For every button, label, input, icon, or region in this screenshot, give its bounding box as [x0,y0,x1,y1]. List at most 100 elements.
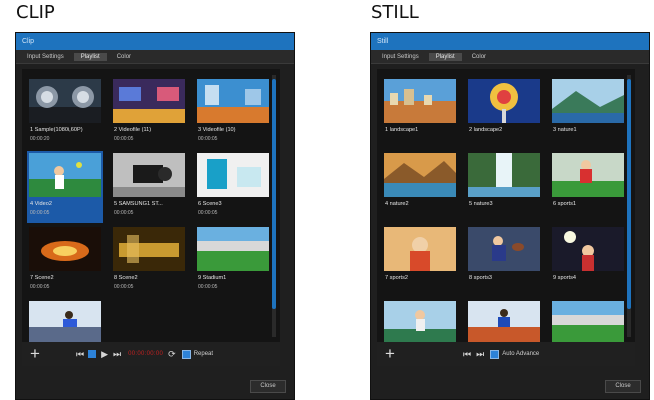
clip-thumb-studio [113,79,185,123]
clip-item-duration: 00:00:05 [114,284,134,290]
still-titlebar: Still [371,33,649,50]
clip-item-1[interactable]: 1 Sample(1080i,60P) 00:00:20 [27,77,103,149]
still-item-name: 1 landscape1 [385,127,419,133]
still-item-name: 6 sports1 [553,201,577,207]
clip-thumb-cockpit [29,79,101,123]
clip-thumb-stadium [197,227,269,271]
clip-caption: CLIP [16,2,55,23]
still-item-2[interactable]: 2 landscape2 [466,77,542,149]
still-item-7[interactable]: 7 sports2 [382,225,458,297]
still-playlist-panel: 1 landscape1 2 landscape2 3 nature1 4 na… [377,69,635,364]
stop-icon[interactable] [88,350,97,358]
still-thumb-mountain [552,79,624,123]
clip-item-duration: 00:00:05 [114,210,134,216]
still-item-name: 2 landscape2 [469,127,503,133]
clip-scrollbar-thumb[interactable] [272,79,276,309]
skip-back-icon[interactable]: ⏮ [76,349,84,360]
clip-item-name: 9 Stadium1 [198,275,227,281]
still-tab-input-settings[interactable]: Input Settings [375,53,426,61]
clip-item-name: 2 Videofile (11) [114,127,152,133]
clip-thumb-bluebox [197,153,269,197]
next-icon[interactable]: ⏭ [476,349,484,360]
clip-item-8[interactable]: 8 Scene2 00:00:05 [111,225,187,297]
clip-scrollbar[interactable] [272,75,276,337]
clip-item-name: 1 Sample(1080i,60P) [30,127,83,133]
clip-item-duration: 00:00:05 [30,284,50,290]
clip-item-5[interactable]: 5 SAMSUNG1 ST... 00:00:05 [111,151,187,223]
still-item-9[interactable]: 9 sports4 [550,225,626,297]
clip-item-duration: 00:00:05 [198,210,218,216]
clip-item-name: 7 Scene2 [30,275,54,281]
clip-thumb-fire [29,227,101,271]
previous-icon[interactable]: ⏮ [463,349,471,360]
still-item-name: 3 nature1 [553,127,577,133]
clip-item-7[interactable]: 7 Scene2 00:00:05 [27,225,103,297]
clip-item-name: 5 SAMSUNG1 ST... [114,201,163,207]
still-scrollbar-thumb[interactable] [627,79,631,309]
repeat-icon[interactable]: ⟳ [168,349,176,360]
clip-control-bar: + ⏮ ▶ ⏭ 00:00:00:00 ⟳ Repeat [22,342,280,366]
still-scrollbar[interactable] [627,75,631,337]
repeat-label: Repeat [193,351,214,357]
still-tab-bar: Input Settings Playlist Color [371,50,649,64]
still-thumb-football [468,227,540,271]
still-item-name: 8 sports3 [469,275,493,281]
still-thumb-track [468,301,540,345]
still-thumb-spotlight [552,227,624,271]
still-item-8[interactable]: 8 sports3 [466,225,542,297]
still-thumb-racket [384,227,456,271]
still-item-5[interactable]: 5 nature3 [466,151,542,223]
still-tab-playlist[interactable]: Playlist [428,52,462,61]
clip-item-duration: 00:00:05 [198,284,218,290]
still-thumb-stadium [552,301,624,345]
repeat-checkbox[interactable] [181,349,191,359]
still-item-name: 5 nature3 [469,201,493,207]
still-close-button[interactable]: Close [605,380,641,393]
still-thumb-lake [384,153,456,197]
still-item-1[interactable]: 1 landscape1 [382,77,458,149]
clip-item-name: 6 Scene3 [198,201,222,207]
still-thumb-waterfall [468,153,540,197]
clip-thumb-runner [29,301,101,345]
clip-item-name: 8 Scene2 [114,275,138,281]
add-clip-icon[interactable]: + [30,345,46,362]
clip-window: Clip Input Settings Playlist Color 1 Sam… [15,32,295,400]
still-thumb-city [384,79,456,123]
clip-item-4[interactable]: 4 Video2 00:00:05 [27,151,103,223]
clip-item-duration: 00:00:05 [114,136,134,142]
still-item-name: 7 sports2 [385,275,409,281]
clip-close-button[interactable]: Close [250,380,286,393]
still-caption: STILL [371,2,419,23]
clip-tab-playlist[interactable]: Playlist [73,52,107,61]
clip-item-duration: 00:00:20 [30,136,50,142]
clip-item-duration: 00:00:05 [30,210,50,216]
clip-item-9[interactable]: 9 Stadium1 00:00:05 [195,225,271,297]
auto-advance-label: Auto Advance [502,351,540,357]
auto-advance-checkbox[interactable] [490,349,500,359]
still-item-4[interactable]: 4 nature2 [382,151,458,223]
still-control-bar: + ⏮ ⏭ Auto Advance [377,342,635,366]
clip-tab-color[interactable]: Color [110,53,138,61]
skip-forward-icon[interactable]: ⏭ [113,349,121,360]
clip-item-name: 4 Video2 [30,201,52,207]
clip-tab-input-settings[interactable]: Input Settings [20,53,71,61]
clip-item-name: 3 Videofile (10) [198,127,236,133]
clip-titlebar: Clip [16,33,294,50]
still-item-name: 9 sports4 [553,275,577,281]
still-thumb-soccer [552,153,624,197]
still-tab-color[interactable]: Color [465,53,493,61]
still-item-name: 4 nature2 [385,201,409,207]
add-still-icon[interactable]: + [385,345,401,362]
still-item-6[interactable]: 6 sports1 [550,151,626,223]
clip-item-duration: 00:00:05 [198,136,218,142]
still-thumb-tennis [384,301,456,345]
clip-thumb-camera [113,153,185,197]
still-window: Still Input Settings Playlist Color 1 la… [370,32,650,400]
record-timecode[interactable]: 00:00:00:00 [128,351,163,357]
clip-item-6[interactable]: 6 Scene3 00:00:05 [195,151,271,223]
clip-item-2[interactable]: 2 Videofile (11) 00:00:05 [111,77,187,149]
still-item-3[interactable]: 3 nature1 [550,77,626,149]
still-thumb-carousel [468,79,540,123]
clip-item-3[interactable]: 3 Videofile (10) 00:00:05 [195,77,271,149]
play-icon[interactable]: ▶ [101,349,108,360]
